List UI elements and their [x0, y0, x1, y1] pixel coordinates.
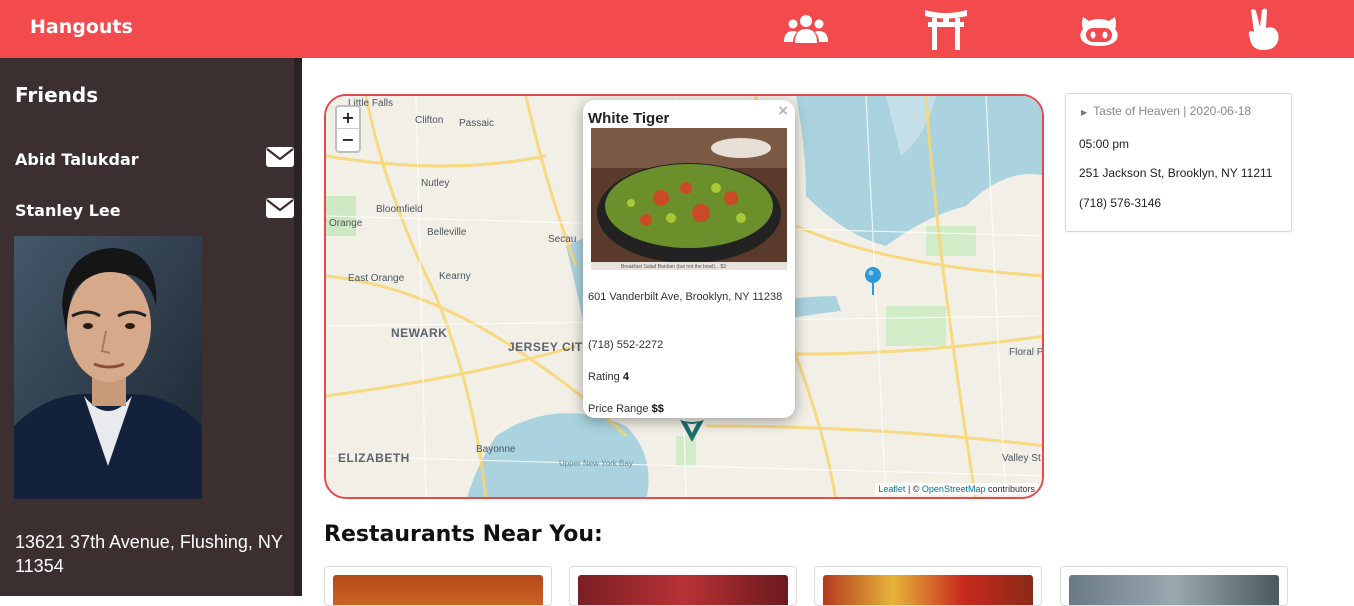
friends-sidebar: Friends Abid Talukdar Stanley Lee 13621 … — [0, 58, 302, 596]
restaurant-card[interactable] — [324, 566, 552, 606]
sidebar-scrollbar[interactable] — [294, 58, 302, 596]
map-label-jersey-city: JERSEY CITY — [508, 340, 592, 354]
restaurant-card[interactable] — [1060, 566, 1288, 606]
map-label-clifton: Clifton — [415, 115, 444, 126]
user-address: 13621 37th Avenue, Flushing, NY 11354 — [15, 532, 283, 576]
map-label-bloomfield: Bloomfield — [376, 204, 423, 215]
restaurant-popup: × White Tiger Breakfast Salad Banban (bu… — [583, 100, 795, 418]
restaurant-thumbnail — [578, 575, 788, 605]
top-navbar: Hangouts — [0, 0, 1354, 58]
map-label-newark: NEWARK — [391, 326, 448, 340]
map-pin-icon[interactable] — [678, 418, 706, 448]
event-address: 251 Jackson St, Brooklyn, NY 11211 — [1079, 166, 1273, 180]
caret-right-icon: ▶ — [1081, 108, 1088, 117]
map-label-east-orange: East Orange — [348, 273, 405, 284]
rating-label: Rating — [588, 371, 623, 383]
map-attribution: Leaflet | © OpenStreetMap contributors — [875, 483, 1038, 495]
map-label-nutley: Nutley — [421, 178, 450, 189]
map-pin-icon[interactable] — [864, 266, 882, 300]
peace-hand-icon[interactable] — [1238, 8, 1286, 50]
popup-address: 601 Vanderbilt Ave, Brooklyn, NY 11238 — [588, 291, 783, 303]
event-card: ▶ Taste of Heaven | 2020-06-18 05:00 pm 2… — [1065, 93, 1292, 232]
map-label-valley-stream: Valley St — [1002, 453, 1041, 464]
friend-avatar-photo — [14, 236, 202, 499]
users-icon[interactable] — [782, 8, 830, 50]
restaurant-thumbnail — [823, 575, 1033, 605]
zoom-in-button[interactable]: + — [337, 107, 359, 129]
map-label-belleville: Belleville — [427, 227, 467, 238]
event-time: 05:00 pm — [1079, 137, 1130, 151]
map-label-upper-bay: Upper New York Bay — [559, 459, 633, 468]
restaurant-thumbnail — [1069, 575, 1279, 605]
restaurant-card[interactable] — [814, 566, 1042, 606]
map-label-kearny: Kearny — [439, 271, 471, 282]
map-label-orange: Orange — [329, 218, 363, 229]
osm-link[interactable]: OpenStreetMap — [922, 484, 986, 494]
map-label-floral-park: Floral P — [1009, 347, 1044, 358]
github-icon[interactable] — [1075, 8, 1123, 50]
rating-value: 4 — [622, 371, 629, 383]
envelope-icon[interactable] — [265, 146, 295, 168]
restaurant-card[interactable] — [569, 566, 797, 606]
friends-heading: Friends — [15, 83, 99, 107]
popup-rating: Rating 4 — [588, 370, 784, 385]
popup-phone: (718) 552-2272 — [588, 339, 664, 351]
photo-caption: Breakfast Salad Banban (but not the bowl… — [621, 264, 726, 270]
restaurant-map[interactable]: Little Falls Clifton Passaic Nutley Bloo… — [324, 94, 1044, 499]
popup-close-button[interactable]: × — [777, 103, 789, 119]
map-zoom-control: + − — [335, 105, 361, 153]
torii-gate-icon[interactable] — [922, 8, 970, 50]
event-summary-toggle[interactable]: ▶ Taste of Heaven | 2020-06-18 — [1081, 104, 1251, 118]
leaflet-link[interactable]: Leaflet — [878, 484, 905, 494]
attribution-separator: | © — [905, 484, 922, 494]
event-title: Taste of Heaven | 2020-06-18 — [1093, 104, 1252, 118]
friend-item: Stanley Lee — [15, 197, 295, 223]
friend-item: Abid Talukdar — [15, 146, 295, 172]
map-label-elizabeth: ELIZABETH — [338, 451, 410, 465]
restaurants-heading: Restaurants Near You: — [324, 522, 603, 547]
popup-restaurant-photo: Breakfast Salad Banban (but not the bowl… — [591, 128, 787, 270]
event-phone: (718) 576-3146 — [1079, 196, 1162, 210]
zoom-out-button[interactable]: − — [337, 129, 359, 151]
attribution-suffix: contributors — [985, 484, 1035, 494]
friend-name[interactable]: Stanley Lee — [15, 201, 121, 220]
map-label-secaucus: Secau — [548, 234, 577, 245]
envelope-icon[interactable] — [265, 197, 295, 219]
popup-price-range: Price Range $$ — [588, 402, 784, 417]
brand-link[interactable]: Hangouts — [30, 16, 133, 38]
price-label: Price Range — [588, 403, 652, 415]
map-label-passaic: Passaic — [459, 118, 495, 129]
price-value: $$ — [651, 403, 664, 415]
restaurant-thumbnail — [333, 575, 543, 605]
popup-restaurant-name: White Tiger — [588, 110, 670, 127]
friend-name[interactable]: Abid Talukdar — [15, 150, 139, 169]
map-label-bayonne: Bayonne — [476, 444, 516, 455]
